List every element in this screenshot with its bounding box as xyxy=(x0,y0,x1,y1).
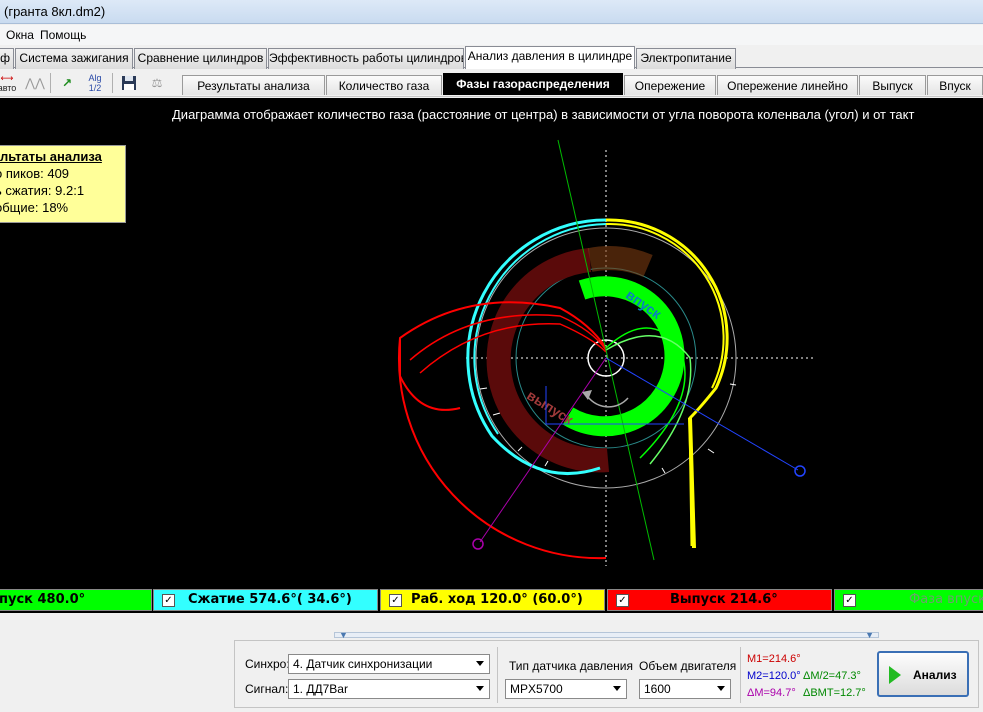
sensor-type-value: MPX5700 xyxy=(510,682,563,696)
legend-intake-phase-label: Фаза впуска xyxy=(909,592,983,607)
menu-help[interactable]: Помощь xyxy=(40,28,86,42)
panel-separator xyxy=(497,647,498,703)
legend-power[interactable]: ✓ Раб. ход 120.0° (60.0°) xyxy=(380,589,605,611)
tab-cylinder-comparison[interactable]: Сравнение цилиндров xyxy=(134,48,267,69)
window-title: (гранта 8кл.dm2) xyxy=(4,4,106,19)
menu-windows[interactable]: Окна xyxy=(6,28,34,42)
toolbar: ⟷ авто ⋀⋀ ↗ Alg 1/2 ⚖ Результаты анализа … xyxy=(0,69,983,97)
tab-power-supply[interactable]: Электропитание xyxy=(636,48,736,69)
sync-label: Синхро: xyxy=(245,657,290,671)
subtab-gas-amount[interactable]: Количество газа xyxy=(326,75,442,95)
chevron-down-icon xyxy=(476,686,484,691)
sensor-type-label: Тип датчика давления xyxy=(509,659,634,673)
legend-exhaust[interactable]: ✓ Выпуск 214.6° xyxy=(607,589,832,611)
engine-volume-label: Объем двигателя xyxy=(639,659,737,673)
toolbar-separator xyxy=(50,73,51,93)
toolbar-separator xyxy=(112,73,113,93)
analysis-controls: Синхро: 4. Датчик синхронизации Сигнал: … xyxy=(234,640,979,708)
polar-diagram: впуск выпуск xyxy=(398,139,814,566)
subtab-valve-timing[interactable]: Фазы газораспределения xyxy=(443,73,623,95)
splitter-arrow-icon: ▼ xyxy=(339,630,348,640)
legend-power-checkbox[interactable]: ✓ xyxy=(389,594,402,607)
results-line-compression: ь сжатия: 9.2:1 xyxy=(0,183,85,198)
analyze-button-label: Анализ xyxy=(913,668,957,682)
sensor-type-select[interactable]: MPX5700 xyxy=(505,679,627,699)
stat-m2: M2=120.0° xyxy=(747,670,801,682)
legend-exhaust-checkbox[interactable]: ✓ xyxy=(616,594,629,607)
legend-power-label: Раб. ход 120.0° (60.0°) xyxy=(411,592,583,607)
panel-splitter[interactable]: ▼ ▼ xyxy=(334,630,879,640)
stat-m1: M1=214.6° xyxy=(747,653,801,665)
stat-dbmt: ΔBMT=12.7° xyxy=(803,687,866,699)
main-tab-strip: ф Система зажигания Сравнение цилиндров … xyxy=(0,46,983,69)
tab-ignition-system[interactable]: Система зажигания xyxy=(15,48,133,69)
sync-select-value: 4. Датчик синхронизации xyxy=(293,657,433,671)
title-bar: (гранта 8кл.dm2) xyxy=(0,0,983,24)
results-line-peaks: о пиков: 409 xyxy=(0,166,70,181)
legend-exhaust-label: Выпуск 214.6° xyxy=(670,592,778,607)
exhaust-curve-2 xyxy=(399,338,461,411)
stat-dm: ΔM=94.7° xyxy=(747,687,796,699)
analyze-button[interactable]: Анализ xyxy=(877,651,969,697)
tab-cylinder-efficiency[interactable]: Эффективность работы цилиндров xyxy=(268,48,464,69)
menu-bar: Окна Помощь xyxy=(0,25,983,45)
m2-marker-handle xyxy=(794,465,806,477)
legend-intake[interactable]: пуск 480.0° xyxy=(0,589,152,611)
algorithm-icon[interactable]: Alg 1/2 xyxy=(84,73,106,93)
scales-icon[interactable]: ⚖ xyxy=(146,73,168,93)
signal-select-value: 1. ДД7Bar xyxy=(293,682,348,696)
legend-compression-label: Сжатие 574.6°( 34.6°) xyxy=(188,592,352,607)
pressure-wave-icon[interactable]: ⋀⋀ xyxy=(24,73,46,93)
tab-partial[interactable]: ф xyxy=(0,48,14,69)
tab-cylinder-pressure[interactable]: Анализ давления в цилиндре xyxy=(465,46,635,69)
m1-marker-handle xyxy=(472,538,484,550)
valve-timing-diagram: Диаграмма отображает количество газа (ра… xyxy=(0,98,983,588)
subtab-advance-linear[interactable]: Опережение линейно xyxy=(717,75,858,95)
legend-compression[interactable]: ✓ Сжатие 574.6°( 34.6°) xyxy=(153,589,378,611)
legend-compression-checkbox[interactable]: ✓ xyxy=(162,594,175,607)
results-line-total: общие: 18% xyxy=(0,200,69,215)
rotation-arrow xyxy=(585,393,629,408)
play-icon xyxy=(889,666,901,684)
signal-select[interactable]: 1. ДД7Bar xyxy=(288,679,490,699)
engine-volume-select[interactable]: 1600 xyxy=(639,679,731,699)
subtab-exhaust[interactable]: Выпуск xyxy=(859,75,926,95)
legend-intake-label: пуск 480.0° xyxy=(0,592,86,607)
stat-dm2: ΔM/2=47.3° xyxy=(803,670,861,682)
results-title: льтаты анализа xyxy=(0,149,102,164)
sync-select[interactable]: 4. Датчик синхронизации xyxy=(288,654,490,674)
engine-volume-value: 1600 xyxy=(644,682,671,696)
subtab-intake[interactable]: Впуск xyxy=(927,75,983,95)
chart-line-icon[interactable]: ↗ xyxy=(56,73,78,93)
auto-scale-icon[interactable]: ⟷ авто xyxy=(0,73,18,93)
auto-scale-label: авто xyxy=(0,83,17,93)
bottom-panel: ▼ ▼ Синхро: 4. Датчик синхронизации Сигн… xyxy=(0,614,983,712)
splitter-arrow-icon: ▼ xyxy=(865,630,874,640)
signal-label: Сигнал: xyxy=(245,682,289,696)
panel-separator xyxy=(740,647,741,703)
save-icon[interactable] xyxy=(118,73,140,93)
legend-intake-phase[interactable]: ✓ Фаза впуска xyxy=(834,589,983,611)
legend-intake-phase-checkbox[interactable]: ✓ xyxy=(843,594,856,607)
overlap-band xyxy=(587,246,653,278)
subtab-advance[interactable]: Опережение xyxy=(624,75,716,95)
subtab-analysis-results[interactable]: Результаты анализа xyxy=(182,75,325,95)
chevron-down-icon xyxy=(717,686,725,691)
chevron-down-icon xyxy=(613,686,621,691)
phase-legend: пуск 480.0° ✓ Сжатие 574.6°( 34.6°) ✓ Ра… xyxy=(0,588,983,613)
chevron-down-icon xyxy=(476,661,484,666)
analysis-results-box: льтаты анализа о пиков: 409 ь сжатия: 9.… xyxy=(0,145,126,223)
